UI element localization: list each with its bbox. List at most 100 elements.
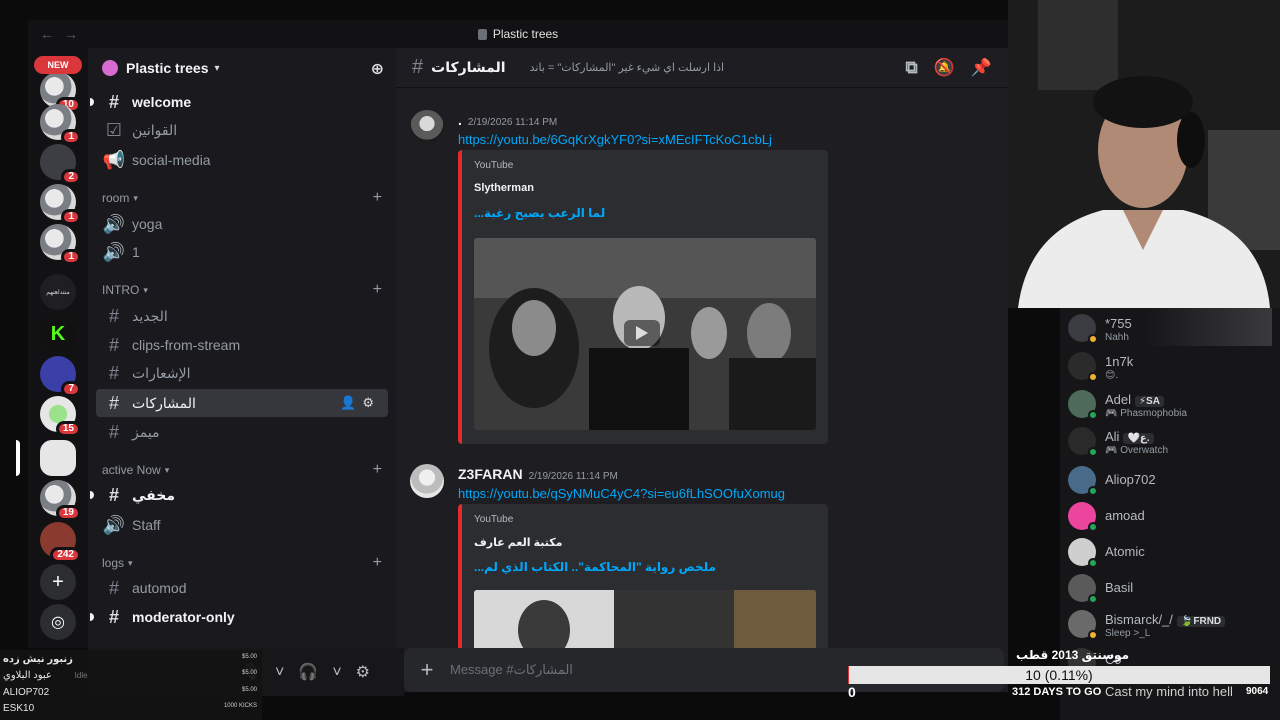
embed-author[interactable]: Slytherman	[474, 182, 534, 194]
server-icon-text[interactable]: منتداهتهم	[40, 274, 76, 310]
now-playing-title: Cast my mind into hell	[1105, 684, 1233, 699]
member-row[interactable]: Adel ⚡SA 🎮 Phasmophobia	[1068, 386, 1278, 422]
member-name: *755	[1105, 316, 1132, 331]
member-row[interactable]: 1n7k 😊.	[1068, 348, 1278, 384]
selected-server-pip	[16, 440, 20, 476]
avatar[interactable]	[410, 464, 444, 498]
member-status: Nahh	[1105, 332, 1129, 343]
channel-label: الإشعارات	[132, 364, 191, 381]
server-icon-8[interactable]: 7	[40, 356, 81, 397]
channel-new[interactable]: # الجديد	[96, 302, 388, 330]
channel-1[interactable]: 🔊 1	[96, 238, 388, 266]
discover-button[interactable]: ◎	[40, 604, 76, 640]
category-label: INTRO	[102, 283, 140, 297]
chevron-down-icon: ▾	[133, 192, 138, 203]
webcam-image	[1008, 0, 1280, 308]
header-toolbar-icons[interactable]: ⧉🔕📌	[906, 58, 1008, 78]
create-channel-icon[interactable]: +	[373, 461, 382, 479]
member-row[interactable]: Atomic	[1068, 534, 1278, 570]
channel-moderator-only[interactable]: # moderator-only	[90, 603, 388, 631]
server-icon-1[interactable]: 10	[40, 72, 81, 113]
member-row[interactable]: amoad	[1068, 498, 1278, 534]
youtube-embed: YouTube Slytherman لما الرعب يصبح رغبة..…	[458, 150, 828, 444]
unread-pip	[90, 98, 94, 106]
invite-icon[interactable]: ⊕	[371, 59, 384, 79]
message-header: Z3FARAN 2/19/2026 11:14 PM	[458, 466, 618, 482]
server-icon-11[interactable]: 19	[40, 480, 81, 521]
hash-icon: #	[108, 606, 119, 627]
member-row[interactable]: Bismarck/_/🍃FRND Sleep >_L	[1068, 606, 1278, 642]
server-icon-kick[interactable]: K	[40, 316, 76, 352]
embed-author[interactable]: مكتبة العم عارف	[474, 536, 562, 549]
channel-label: automod	[132, 580, 187, 596]
compass-icon: ◎	[51, 614, 65, 631]
server-icon-4[interactable]: 1	[40, 184, 81, 225]
category-active-now[interactable]: active Now ▾ +	[102, 460, 382, 480]
channel-memes[interactable]: # ميمز	[96, 418, 388, 446]
hash-icon: #	[108, 91, 119, 112]
channel-yoga[interactable]: 🔊 yoga	[96, 210, 388, 238]
channel-topic[interactable]: اذا ارسلت اي شيء غير "المشاركات" = باند	[530, 61, 724, 74]
window-title: Plastic trees	[492, 27, 559, 41]
member-row[interactable]: *755 Nahh	[1068, 310, 1278, 346]
message: Z3FARAN 2/19/2026 11:14 PM https://youtu.…	[410, 464, 1000, 654]
server-header[interactable]: Plastic trees ▾ ⊕	[88, 48, 396, 88]
create-channel-icon[interactable]: +	[373, 554, 382, 572]
server-icon-5[interactable]: 1	[40, 224, 81, 265]
add-server-button[interactable]: +	[40, 564, 76, 600]
member-name: Atomic	[1105, 544, 1145, 559]
server-icon-9[interactable]: 15	[40, 396, 81, 437]
server-icon-2[interactable]: 1	[40, 104, 81, 145]
server-boost-icon	[102, 60, 118, 76]
member-row[interactable]: Basil	[1068, 570, 1278, 606]
avatar[interactable]	[410, 110, 444, 144]
message-link[interactable]: https://youtu.be/qSyNMuC4yC4?si=eu6fLhSO…	[458, 486, 785, 501]
embed-provider: YouTube	[474, 514, 514, 525]
channel-social-media[interactable]: 📢 social-media	[96, 146, 388, 174]
channel-notifications[interactable]: # الإشعارات	[96, 359, 388, 387]
attach-plus-icon[interactable]: +	[404, 657, 450, 683]
channel-rules[interactable]: ☑ القوانين	[96, 116, 388, 144]
channel-settings-icons[interactable]: 👤⚙	[340, 395, 380, 411]
category-room[interactable]: room ▾ +	[102, 188, 382, 208]
server-icon-plastic-trees[interactable]	[40, 440, 76, 476]
embed-provider: YouTube	[474, 160, 514, 171]
hash-icon: #	[412, 56, 424, 78]
create-channel-icon[interactable]: +	[373, 189, 382, 207]
channel-label: مخفي	[132, 486, 175, 503]
member-name-wrap: Adel ⚡SA	[1105, 392, 1164, 407]
goal-days-left: 312 DAYS TO GO	[1012, 686, 1102, 698]
unread-badge: 7	[61, 381, 81, 397]
server-icon-12[interactable]: 242	[40, 522, 81, 563]
back-forward-icons[interactable]: ←→	[40, 26, 88, 42]
channel-staff[interactable]: 🔊 Staff	[96, 511, 388, 539]
channel-title: المشاركات	[431, 59, 506, 75]
server-icon-3[interactable]: 2	[40, 144, 81, 185]
category-intro[interactable]: INTRO ▾ +	[102, 280, 382, 300]
member-row[interactable]: Aliop702	[1068, 462, 1278, 498]
channel-welcome[interactable]: # welcome	[90, 88, 388, 116]
message-link[interactable]: https://youtu.be/6GqKrXgkYF0?si=xMEcIFTc…	[458, 132, 772, 147]
embed-title[interactable]: لما الرعب يصبح رغبة...	[474, 206, 605, 220]
create-channel-icon[interactable]: +	[373, 281, 382, 299]
video-thumbnail[interactable]	[474, 238, 816, 430]
hash-icon: #	[108, 484, 119, 505]
member-row[interactable]: Ali 🤍ع. 🎮 Overwatch	[1068, 423, 1278, 459]
video-thumbnail[interactable]	[474, 590, 816, 650]
embed-title[interactable]: ملخص رواية "المحاكمة".. الكتاب الذي لم..…	[474, 560, 716, 574]
voice-controls[interactable]: 🎙˅🎧˅⚙	[241, 662, 384, 682]
channel-hidden[interactable]: # مخفي	[90, 481, 388, 509]
channel-participations[interactable]: # المشاركات 👤⚙	[96, 389, 388, 417]
author-name[interactable]: Z3FARAN	[458, 466, 523, 482]
author-name[interactable]: .	[458, 112, 462, 128]
unread-badge: 2	[61, 169, 81, 185]
status-icon	[1088, 630, 1098, 640]
message-input[interactable]: Message #المشاركات	[450, 662, 573, 678]
member-tag: 🍃FRND	[1176, 616, 1226, 627]
channel-label: المشاركات	[132, 394, 196, 411]
new-unreads-pill[interactable]: NEW	[34, 56, 82, 74]
channel-automod[interactable]: # automod	[96, 574, 388, 602]
category-logs[interactable]: logs ▾ +	[102, 553, 382, 573]
channel-clips-from-stream[interactable]: # clips-from-stream	[96, 331, 388, 359]
chevron-down-icon: ▾	[214, 62, 220, 74]
